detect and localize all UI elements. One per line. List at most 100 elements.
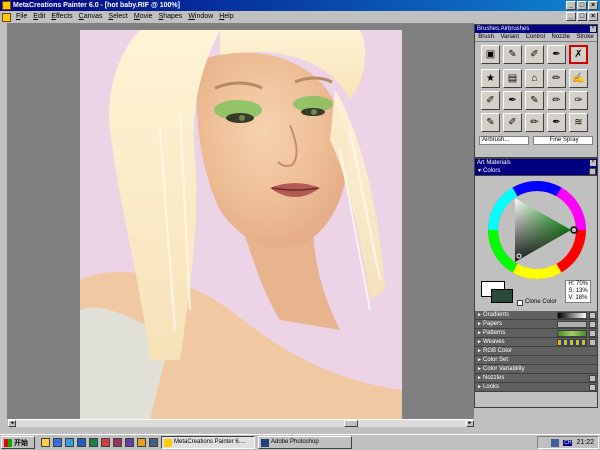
triangle-right-icon: ► (477, 330, 482, 336)
cloner-brush-icon[interactable]: ⌂ (525, 69, 544, 88)
system-tray: CH 21:22 (537, 436, 599, 449)
app-icon[interactable] (125, 438, 134, 447)
clone-color-checkbox[interactable] (517, 300, 523, 306)
nozzles-label: Nozzles (483, 375, 505, 381)
ime-indicator[interactable]: CH (563, 439, 573, 446)
minimize-button[interactable]: _ (566, 1, 576, 10)
start-button[interactable]: 开始 (1, 436, 35, 449)
menu-help[interactable]: Help (216, 11, 236, 23)
clock[interactable]: 21:22 (576, 439, 594, 446)
selected-brush-icon[interactable]: ✗ (569, 45, 588, 64)
art-materials-close-icon[interactable]: × (590, 160, 596, 166)
painter-icon[interactable] (137, 438, 146, 447)
crayon-brush-icon[interactable]: ✎ (481, 113, 500, 132)
painting-canvas[interactable] (80, 30, 402, 419)
maximize-button[interactable]: □ (577, 1, 587, 10)
value-value: V: 18% (568, 295, 588, 301)
folder-icon[interactable] (41, 438, 50, 447)
section-weaves[interactable]: ► Weaves (475, 338, 597, 347)
brush-category-select[interactable]: Airbrush... (479, 136, 530, 145)
gradients-menu-button[interactable] (589, 312, 596, 319)
triangle-right-icon: ► (477, 384, 482, 390)
brush-menu-stroke[interactable]: Stroke (576, 33, 593, 41)
scroll-thumb[interactable] (344, 420, 358, 427)
artist-brush-icon[interactable]: ▤ (503, 69, 522, 88)
menu-movie[interactable]: Movie (131, 11, 156, 23)
menu-window[interactable]: Window (185, 11, 216, 23)
document-icon[interactable] (2, 12, 11, 22)
secondary-color-swatch[interactable] (491, 289, 513, 303)
color-wheel[interactable] (485, 180, 589, 280)
brush-menu-nozzle[interactable]: Nozzle (551, 33, 569, 41)
close-button[interactable]: × (588, 1, 598, 10)
menu-edit[interactable]: Edit (30, 11, 48, 23)
triangle-right-icon: ► (477, 339, 482, 345)
image-hose-brush-icon[interactable]: ≋ (569, 113, 588, 132)
section-looks[interactable]: ► Looks (475, 383, 597, 392)
nozzles-menu-button[interactable] (589, 375, 596, 382)
menu-effects[interactable]: Effects (48, 11, 75, 23)
chalk-brush-icon[interactable]: ✍ (569, 69, 588, 88)
brush-grid: ★ ▤ ⌂ ✏ ✍ ✐ ✒ ✎ ✏ ✑ ✎ ✐ ✏ ✒ ≋ (475, 67, 597, 134)
star-brush-icon[interactable]: ★ (481, 69, 500, 88)
brushes-close-icon[interactable]: × (590, 26, 596, 32)
section-color-set[interactable]: ► Color Set (475, 356, 597, 365)
marker-brush-icon[interactable]: ✎ (525, 91, 544, 110)
gradients-label: Gradients (483, 312, 510, 318)
weaves-menu-button[interactable] (589, 339, 596, 346)
triangle-right-icon: ► (477, 348, 482, 354)
brush-brush-icon[interactable]: ✏ (547, 69, 566, 88)
charcoal-brush-icon[interactable]: ✐ (503, 113, 522, 132)
colors-body: Clone Color H: 70% S: 13% V: 18% (475, 176, 597, 311)
pen-brush-icon[interactable]: ✒ (503, 91, 522, 110)
section-rgb-color[interactable]: ► RGB Color (475, 347, 597, 356)
section-gradients[interactable]: ► Gradients (475, 311, 597, 320)
section-papers[interactable]: ► Papers (475, 320, 597, 329)
scroll-left-button[interactable]: ◄ (8, 420, 16, 427)
colors-menu-button[interactable] (589, 168, 596, 175)
brush-menu-brush[interactable]: Brush (478, 33, 494, 41)
looks-menu-button[interactable] (589, 384, 596, 391)
speaker-icon[interactable] (551, 438, 560, 447)
patterns-menu-button[interactable] (589, 330, 596, 337)
eraser-brush-icon[interactable]: ✏ (525, 113, 544, 132)
menu-select[interactable]: Select (105, 11, 130, 23)
art-materials-title[interactable]: Art Materials × (475, 159, 597, 167)
menu-shapes[interactable]: Shapes (156, 11, 186, 23)
felt-pen-brush-icon[interactable]: ✐ (525, 45, 544, 64)
doc-minimize-button[interactable]: _ (566, 12, 576, 21)
oil-brush-icon[interactable]: ✏ (547, 91, 566, 110)
water-brush-icon[interactable]: ✑ (569, 91, 588, 110)
powerpoint-icon[interactable] (101, 438, 110, 447)
doc-restore-button[interactable]: □ (577, 12, 587, 21)
brush-menu-control[interactable]: Control (526, 33, 545, 41)
section-colors[interactable]: ▼ Colors (475, 167, 597, 176)
liquid-brush-icon[interactable]: ✐ (481, 91, 500, 110)
menu-file[interactable]: File (13, 11, 30, 23)
scroll-right-button[interactable]: ► (466, 420, 474, 427)
menu-canvas[interactable]: Canvas (76, 11, 106, 23)
task-painter[interactable]: MetaCreations Painter 6.... (161, 436, 255, 449)
pencil-brush-icon[interactable]: ✎ (503, 45, 522, 64)
airbrush-brush-icon[interactable]: ✒ (547, 45, 566, 64)
section-nozzles[interactable]: ► Nozzles (475, 374, 597, 383)
excel-icon[interactable] (89, 438, 98, 447)
internet-explorer-icon[interactable] (53, 438, 62, 447)
brushes-palette-title[interactable]: Brushes:Airbrushes × (475, 25, 597, 33)
papers-menu-button[interactable] (589, 321, 596, 328)
desktop-icon[interactable] (65, 438, 74, 447)
section-color-variability[interactable]: ► Color Variability (475, 365, 597, 374)
photoshop-icon[interactable] (149, 438, 158, 447)
word-icon[interactable] (77, 438, 86, 447)
camera-brush-icon[interactable]: ▣ (481, 45, 500, 64)
brush-menu-variant[interactable]: Variant (500, 33, 519, 41)
impasto-brush-icon[interactable]: ✒ (547, 113, 566, 132)
section-patterns[interactable]: ► Patterns (475, 329, 597, 338)
doc-close-button[interactable]: × (588, 12, 598, 21)
task-photoshop[interactable]: Adobe Photoshop (258, 436, 352, 449)
task-painter-label: MetaCreations Painter 6.... (174, 439, 246, 445)
brush-variant-select[interactable]: Fine Spray (533, 136, 593, 145)
access-icon[interactable] (113, 438, 122, 447)
painter-app-icon[interactable] (2, 1, 11, 10)
horizontal-scrollbar[interactable]: ◄ ► (8, 419, 474, 427)
